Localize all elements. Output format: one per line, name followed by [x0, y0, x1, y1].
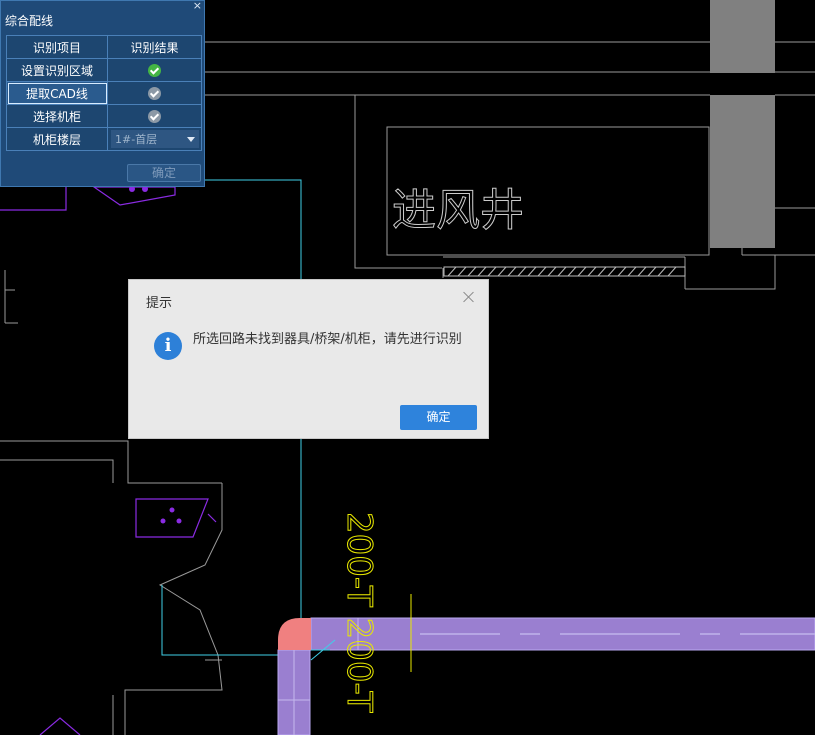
- dialog-title: 提示: [146, 296, 173, 311]
- row-label-cabinet-floor: 机柜楼层: [6, 127, 108, 151]
- table-row-cabinet-floor: 机柜楼层 1#-首层: [6, 127, 202, 151]
- table-row-set-region[interactable]: 设置识别区域: [6, 58, 202, 82]
- cad-pipe-label: 200-T 200-T: [339, 512, 379, 713]
- close-icon[interactable]: [462, 290, 476, 304]
- info-icon: i: [154, 332, 182, 360]
- table-header-row: 识别项目 识别结果: [6, 35, 202, 59]
- prompt-dialog: 提示 i 所选回路未找到器具/桥架/机柜，请先进行识别 确定: [128, 279, 489, 439]
- row-label-extract-cad-lines[interactable]: 提取CAD线: [6, 81, 108, 105]
- panel-title: 综合配线: [5, 14, 54, 28]
- panel-close-icon[interactable]: ×: [193, 0, 202, 13]
- check-circle-icon: [148, 110, 161, 123]
- dialog-ok-button[interactable]: 确定: [400, 405, 477, 430]
- cad-room-label: 进风井: [392, 185, 524, 236]
- header-recognition-item: 识别项目: [6, 35, 108, 59]
- row-label-set-region[interactable]: 设置识别区域: [6, 58, 108, 82]
- integrated-wiring-panel: 综合配线 × 识别项目 识别结果 设置识别区域 提取CAD线 选择机柜 机柜楼层…: [0, 0, 205, 187]
- table-row-extract-cad-lines[interactable]: 提取CAD线: [6, 81, 202, 105]
- check-circle-icon: [148, 87, 161, 100]
- panel-confirm-button[interactable]: 确定: [127, 164, 201, 182]
- check-circle-icon: [148, 64, 161, 77]
- row-label-select-cabinet[interactable]: 选择机柜: [6, 104, 108, 128]
- chevron-down-icon: [187, 136, 195, 142]
- table-row-select-cabinet[interactable]: 选择机柜: [6, 104, 202, 128]
- recognition-table: 识别项目 识别结果 设置识别区域 提取CAD线 选择机柜 机柜楼层 1#-首层: [6, 35, 202, 151]
- dialog-message: 所选回路未找到器具/桥架/机柜，请先进行识别: [193, 332, 462, 347]
- header-recognition-result: 识别结果: [107, 35, 202, 59]
- floor-select[interactable]: 1#-首层: [111, 130, 199, 148]
- floor-select-value: 1#-首层: [115, 133, 158, 146]
